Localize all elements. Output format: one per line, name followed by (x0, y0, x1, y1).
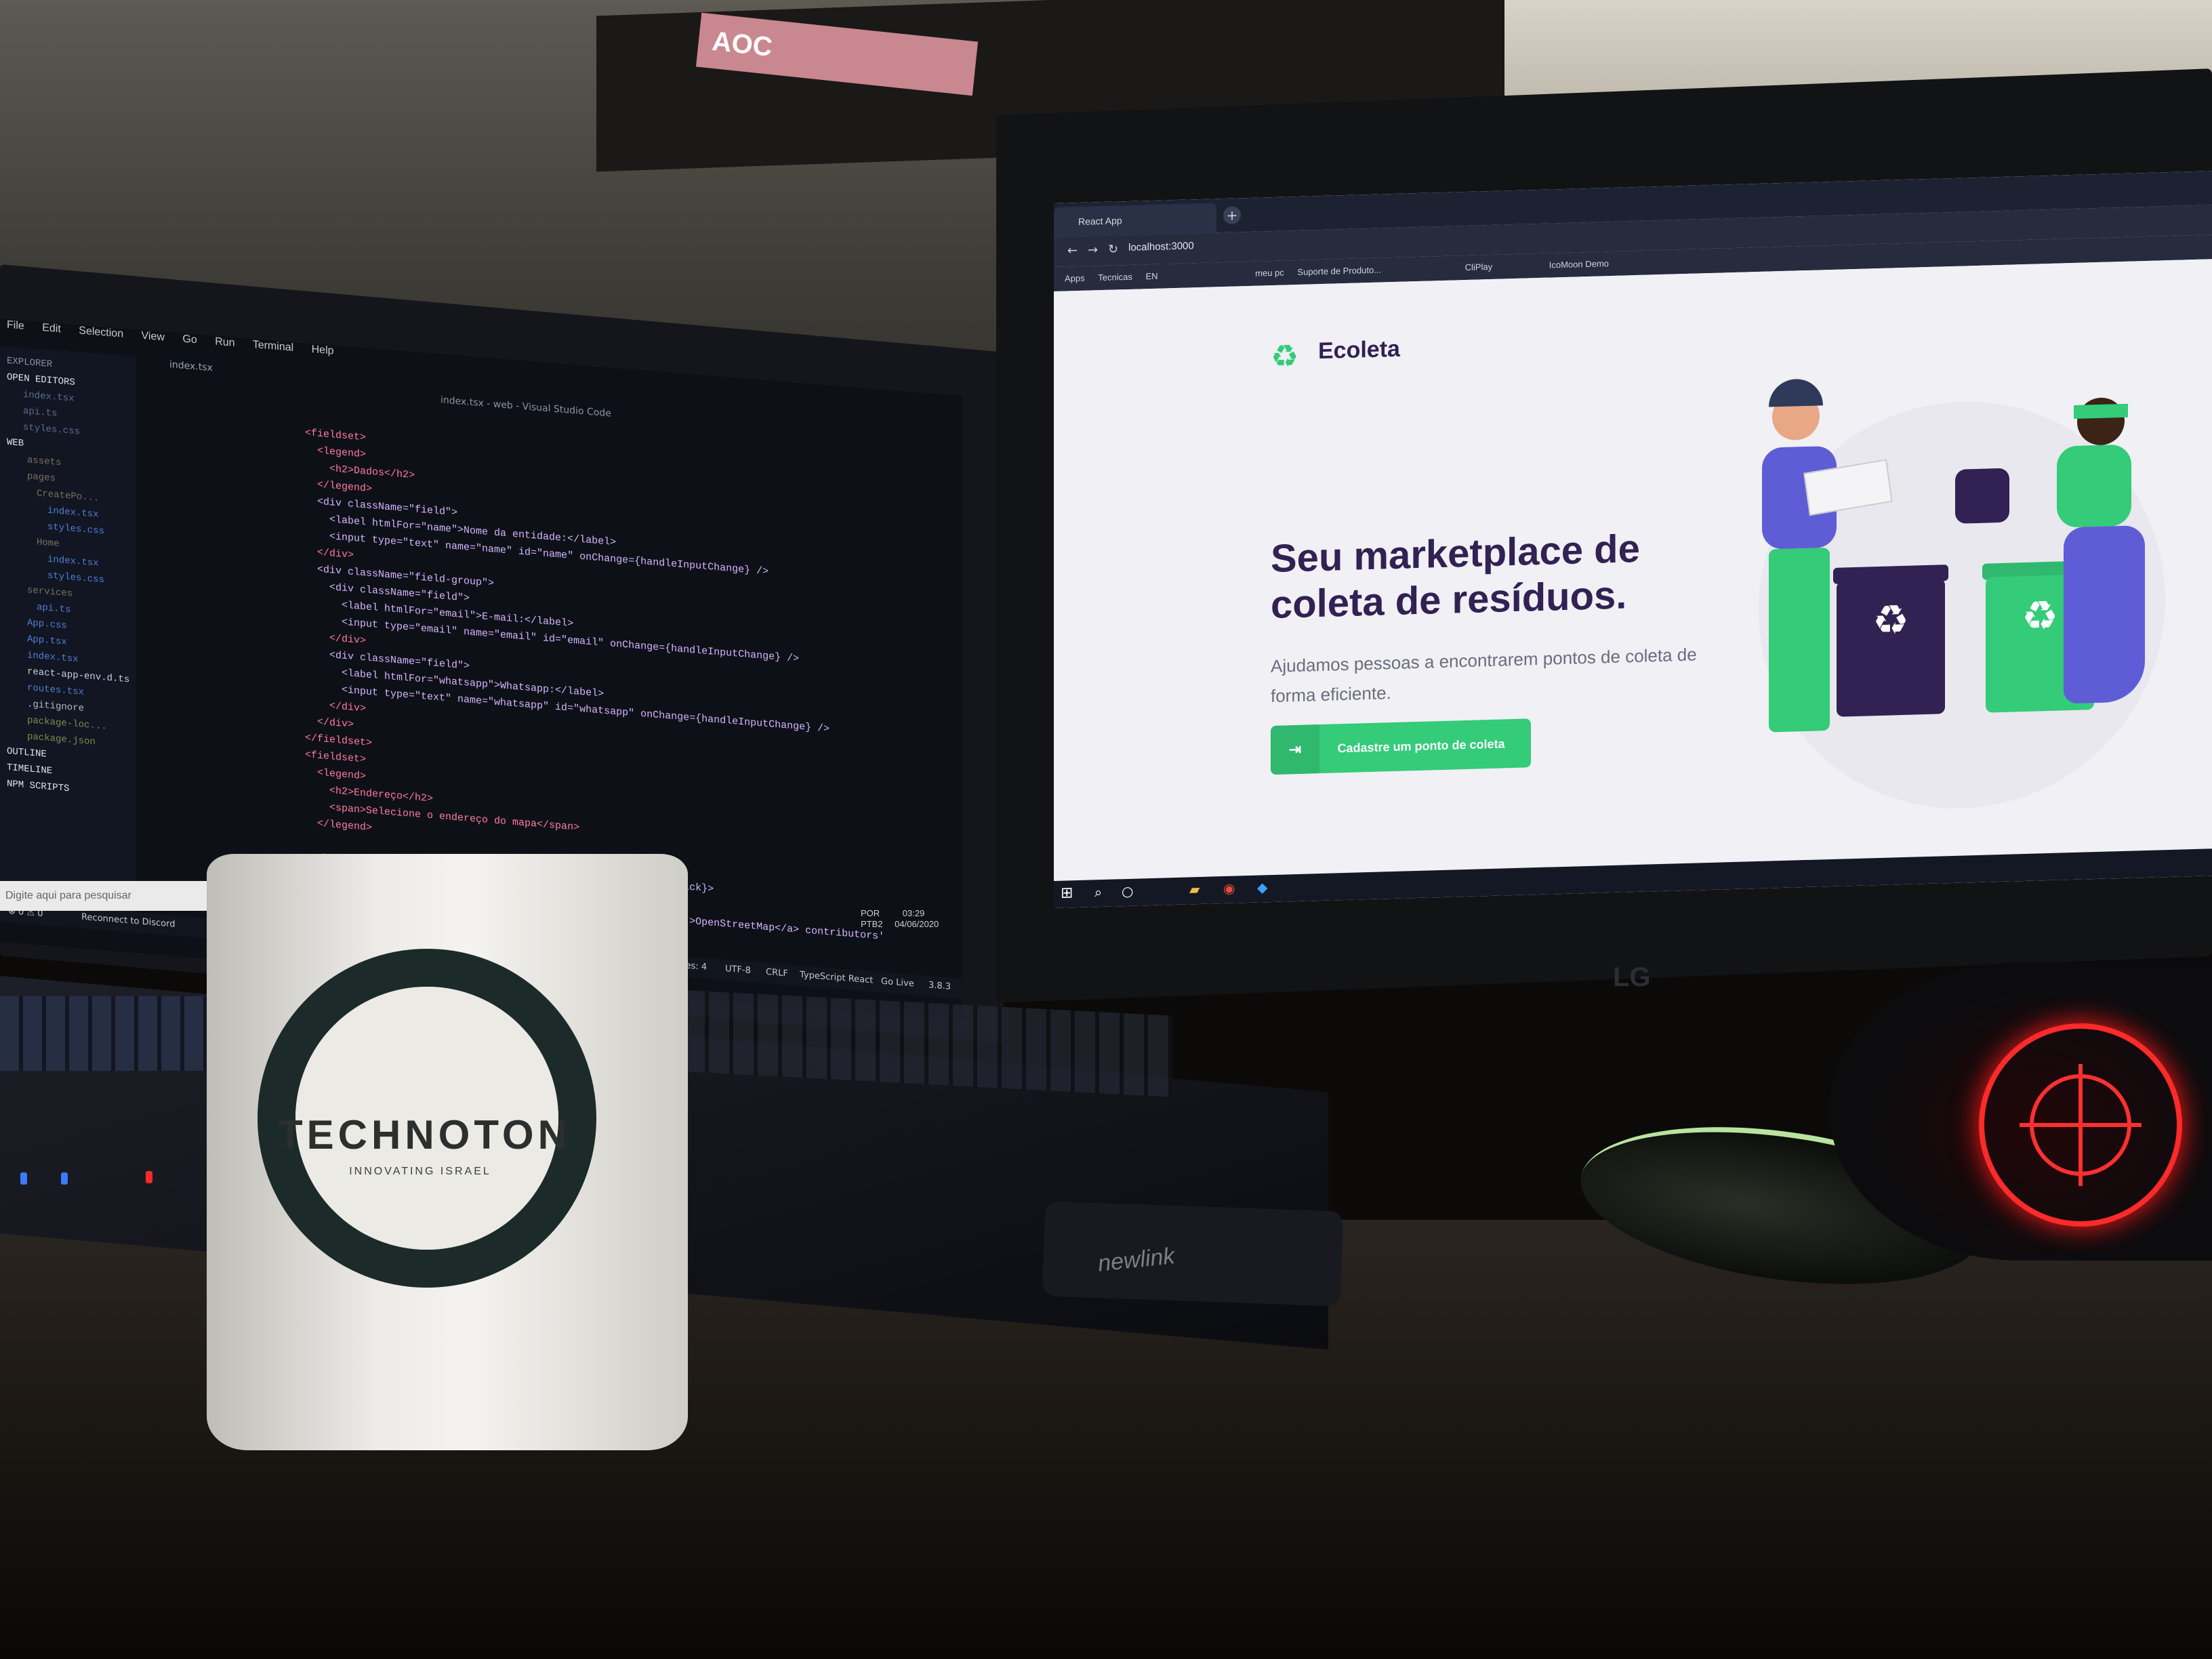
newlink-device (1042, 1201, 1344, 1307)
laptop-keyboard-left (0, 996, 224, 1071)
ecoleta-logo[interactable]: Ecoleta (1318, 336, 1400, 365)
hero-headline: Seu marketplace de coleta de resíduos. (1271, 526, 1640, 628)
search-icon[interactable]: ⌕ (1094, 884, 1102, 900)
jug (1955, 468, 2009, 524)
file-explorer-icon[interactable]: ▰ (1189, 881, 1200, 897)
man-hair (1769, 378, 1823, 407)
menu-run[interactable]: Run (215, 336, 234, 349)
menu-file[interactable]: File (7, 319, 24, 332)
man-legs (1769, 548, 1830, 733)
register-point-button[interactable]: ⇥ Cadastre um ponto de coleta (1271, 718, 1531, 775)
reticle-crosshair-v (2078, 1064, 2083, 1186)
woman-torso (2057, 444, 2131, 528)
mug-tagline: INNOVATING ISRAEL (349, 1166, 491, 1177)
new-tab-icon[interactable]: + (1223, 206, 1241, 225)
reload-icon[interactable]: ↻ (1108, 242, 1118, 256)
system-tray: POR 03:29 PTB2 04/06/2020 (861, 908, 939, 930)
back-icon[interactable]: ← (1067, 243, 1078, 258)
bookmark-apps[interactable]: Apps (1065, 273, 1085, 284)
bookmark-cliplay[interactable]: CliPlay (1465, 262, 1492, 272)
bookmark-tecnicas[interactable]: Tecnicas (1098, 272, 1132, 283)
monitor-brand: LG (1613, 962, 1651, 992)
tray-time[interactable]: 03:29 (903, 908, 925, 918)
address-bar[interactable]: localhost:3000 (1128, 240, 1194, 253)
bookmark-suporte[interactable]: Suporte de Produto... (1297, 265, 1381, 277)
tray-layout[interactable]: PTB2 (861, 919, 883, 929)
status-led-blue (20, 1172, 27, 1185)
status-led-red (146, 1171, 152, 1183)
browser-tab[interactable]: React App (1054, 203, 1216, 237)
bookmark-meu-pc[interactable]: meu pc (1255, 268, 1284, 279)
recycle-icon: ♻ (1271, 337, 1299, 375)
editor-tab[interactable]: index.tsx (169, 359, 213, 373)
hero-subtitle: Ajudamos pessoas a encontrarem pontos de… (1271, 644, 1697, 707)
recycle-bin-dark: ♻ (1837, 578, 1945, 717)
vscode-icon[interactable]: ◆ (1257, 879, 1267, 895)
bookmark-en[interactable]: EN (1145, 271, 1158, 282)
vscode-window-title: index.tsx - web - Visual Studio Code (441, 394, 611, 419)
status-encoding[interactable]: UTF-8 (725, 964, 751, 976)
woman-pants (2064, 525, 2145, 704)
windows-search-box[interactable]: Digite aqui para pesquisar (0, 881, 230, 911)
bookmark-icomoon[interactable]: IcoMoon Demo (1549, 258, 1609, 270)
status-language[interactable]: TypeScript React (800, 970, 873, 986)
windows-start-icon[interactable]: ⊞ (1061, 884, 1073, 902)
cortana-icon[interactable]: ○ (1122, 883, 1133, 899)
menu-terminal[interactable]: Terminal (253, 339, 293, 354)
ecoleta-page: ♻ Ecoleta Seu marketplace de coleta de r… (1054, 259, 2212, 881)
status-go-live[interactable]: Go Live (881, 977, 914, 989)
menu-go[interactable]: Go (182, 333, 197, 346)
menu-help[interactable]: Help (312, 344, 334, 357)
tray-lang[interactable]: POR (861, 908, 880, 918)
discord-status[interactable]: Reconnect to Discord (81, 912, 175, 930)
status-led-blue (61, 1172, 68, 1185)
forward-icon[interactable]: → (1088, 243, 1098, 257)
menu-view[interactable]: View (142, 330, 165, 344)
status-ts-version[interactable]: 3.8.3 (928, 980, 951, 992)
chrome-icon[interactable]: ◉ (1223, 880, 1235, 897)
register-point-label: Cadastre um ponto de coleta (1337, 737, 1505, 756)
hero-illustration: ♻ ♻ (1732, 355, 2165, 814)
explorer-tree: EXPLORER OPEN EDITORS index.tsx api.ts s… (7, 353, 136, 802)
status-eol[interactable]: CRLF (766, 967, 788, 979)
monitor-screen: React App + ← → ↻ localhost:3000 Apps Te… (1054, 171, 2212, 908)
woman-headband (2074, 403, 2128, 419)
tray-date[interactable]: 04/06/2020 (895, 919, 939, 929)
mug-brand: TECHNOTON (278, 1112, 571, 1158)
login-arrow-icon: ⇥ (1271, 724, 1319, 775)
menu-edit[interactable]: Edit (42, 322, 61, 335)
